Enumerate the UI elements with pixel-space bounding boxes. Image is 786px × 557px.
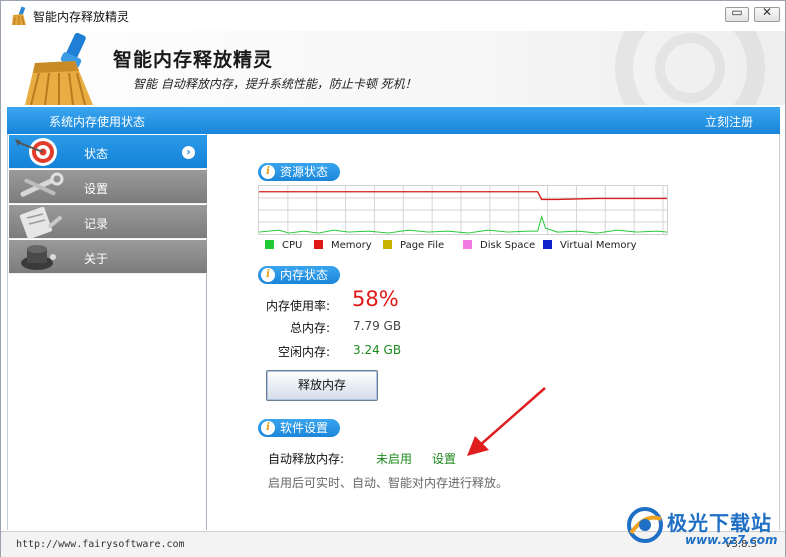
- gear-decoration-small-icon: [655, 33, 725, 103]
- section-bar-title: 系统内存使用状态: [49, 115, 146, 129]
- legend-label: Page File: [400, 240, 445, 251]
- legend-item-disk-space: Disk Space: [463, 240, 535, 251]
- watermark: 极光下载站 www.xz7.com: [625, 499, 785, 555]
- legend-label: Memory: [331, 240, 372, 251]
- chevron-right-icon: ›: [182, 146, 195, 159]
- broom-icon: [12, 6, 26, 26]
- info-icon: i: [261, 165, 275, 179]
- website-url[interactable]: http://www.fairysoftware.com: [16, 539, 185, 550]
- section-title-text: 内存状态: [280, 268, 329, 282]
- app-header: 智能内存释放精灵 智能 自动释放内存，提升系统性能，防止卡顿 死机！: [1, 31, 785, 105]
- header-title: 智能内存释放精灵: [113, 49, 274, 71]
- sidebar: 状态 › 设置 记录 关于: [7, 134, 207, 530]
- watermark-url: www.xz7.com: [685, 533, 778, 547]
- total-memory-value: 7.79 GB: [353, 319, 402, 333]
- clipboard-icon: [19, 206, 63, 238]
- sidebar-item-label: 状态: [84, 147, 109, 161]
- legend-label: CPU: [282, 240, 303, 251]
- legend-item-memory: Memory: [314, 240, 372, 251]
- section-title-text: 资源状态: [280, 165, 329, 179]
- sidebar-item-label: 记录: [84, 217, 109, 231]
- auto-release-label: 自动释放内存:: [268, 452, 345, 466]
- memory-usage-value: 58%: [352, 287, 399, 311]
- legend-item-virtual-memory: Virtual Memory: [543, 240, 637, 251]
- target-icon: [15, 138, 57, 166]
- section-title-resource: i 资源状态: [258, 163, 341, 181]
- close-button[interactable]: ✕: [754, 5, 780, 22]
- legend-swatch: [463, 240, 472, 249]
- sidebar-item-label: 设置: [84, 182, 109, 196]
- main-panel: i 资源状态 CPU Memory Page File Disk Space V…: [208, 134, 780, 530]
- window-title: 智能内存释放精灵: [33, 10, 130, 24]
- minimize-icon: ▭: [731, 5, 743, 19]
- auto-release-note: 启用后可实时、自动、智能对内存进行释放。: [268, 476, 509, 490]
- watermark-brand: 极光下载站: [667, 511, 772, 535]
- watermark-logo-icon: [627, 507, 663, 543]
- free-memory-value: 3.24 GB: [353, 343, 402, 357]
- section-title-text: 软件设置: [280, 421, 329, 435]
- release-memory-button[interactable]: 释放内存: [266, 370, 378, 401]
- legend-item-page-file: Page File: [383, 240, 444, 251]
- sidebar-item-label: 关于: [84, 252, 109, 266]
- info-icon: i: [261, 421, 275, 435]
- title-bar: 智能内存释放精灵 ▭ ✕: [1, 1, 785, 31]
- info-dial-icon: [21, 245, 56, 270]
- settings-link[interactable]: 设置: [432, 450, 456, 467]
- section-title-memory: i 内存状态: [258, 266, 341, 284]
- free-memory-label: 空闲内存:: [277, 345, 330, 359]
- sidebar-item-status[interactable]: 状态 ›: [9, 135, 207, 169]
- legend-label: Disk Space: [480, 240, 536, 251]
- minimize-button[interactable]: ▭: [725, 5, 749, 22]
- close-icon: ✕: [761, 5, 773, 19]
- sidebar-item-log[interactable]: 记录: [9, 205, 207, 239]
- legend-swatch: [543, 240, 552, 249]
- app-window: 智能内存释放精灵 ▭ ✕ 智能内存释放精灵 智能 自动释放内存，提升系统性能，防…: [0, 0, 786, 557]
- memory-usage-label: 内存使用率:: [265, 299, 330, 313]
- legend-label: Virtual Memory: [560, 240, 637, 251]
- header-subtitle: 智能 自动释放内存，提升系统性能，防止卡顿 死机！: [133, 77, 417, 91]
- info-icon: i: [261, 268, 275, 282]
- sidebar-item-about[interactable]: 关于: [9, 240, 207, 274]
- legend-item-cpu: CPU: [265, 240, 302, 251]
- resource-graph: [258, 185, 668, 235]
- legend-swatch: [314, 240, 323, 249]
- tools-icon: [20, 172, 64, 197]
- auto-release-status: 未启用: [376, 452, 413, 466]
- total-memory-label: 总内存:: [289, 321, 330, 335]
- register-link[interactable]: 立刻注册: [705, 113, 753, 130]
- sidebar-item-settings[interactable]: 设置: [9, 170, 207, 204]
- section-bar: 系统内存使用状态 立刻注册: [7, 107, 780, 134]
- section-title-software: i 软件设置: [258, 419, 341, 437]
- broom-logo-icon: [25, 33, 93, 105]
- legend-swatch: [383, 240, 392, 249]
- legend-swatch: [265, 240, 274, 249]
